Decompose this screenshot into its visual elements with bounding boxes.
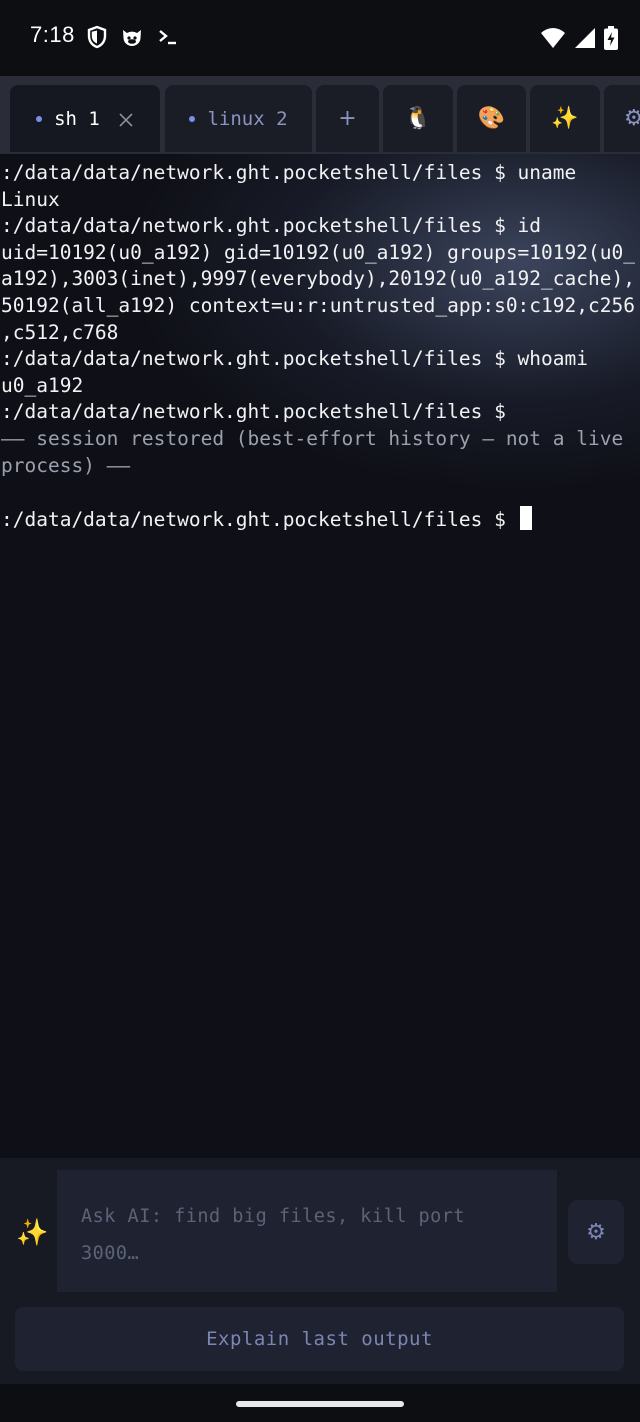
terminal-line-text: :/data/data/network.ght.pocketshell/file… (1, 214, 542, 238)
terminal-line: :/data/data/network.ght.pocketshell/file… (1, 160, 635, 187)
terminal-line-text: u0_a192 (1, 373, 84, 397)
close-icon[interactable] (118, 111, 134, 127)
ai-settings-button[interactable]: ⚙ (568, 1200, 624, 1264)
tab-bar: sh 1 linux 2 + 🐧 🎨 ✨ ⚙ (0, 76, 640, 154)
terminal-prompt-icon (156, 25, 180, 53)
terminal-line-text: uid=10192(u0_a192) gid=10192(u0_a192) gr… (1, 240, 635, 264)
terminal-line: Linux (1, 187, 635, 214)
terminal-line-text: :/data/data/network.ght.pocketshell/file… (1, 347, 588, 371)
linux-distro-button[interactable]: 🐧 (383, 85, 453, 152)
status-time: 7:18 (30, 22, 75, 47)
new-tab-button[interactable]: + (316, 85, 379, 152)
tab-linux-2[interactable]: linux 2 (165, 85, 312, 152)
cat-face-icon (120, 25, 144, 53)
sparkles-icon: ✨ (551, 106, 579, 131)
palette-icon: 🎨 (477, 106, 506, 131)
terminal-line-text: Linux (1, 187, 60, 211)
terminal-line: ,c512,c768 (1, 320, 635, 347)
tab-label: linux 2 (207, 107, 288, 130)
cellular-signal-icon (574, 27, 596, 53)
ai-tab-button[interactable]: ✨ (530, 85, 600, 152)
terminal-line-text: 50192(all_a192) context=u:r:untrusted_ap… (1, 293, 635, 317)
terminal-output: :/data/data/network.ght.pocketshell/file… (1, 160, 635, 533)
ai-sparkle-icon: ✨ (16, 1218, 49, 1248)
terminal-line-text: process) —— (1, 453, 131, 477)
terminal-line: —— session restored (best-effort history… (1, 426, 635, 453)
screen: 7:18 sh 1 linux 2 + 🐧 🎨 ✨ ⚙:/data/data/… (0, 0, 640, 1422)
gear-icon: ⚙ (586, 1219, 606, 1245)
terminal-cursor (519, 505, 532, 530)
status-icons-right (540, 26, 618, 54)
terminal-line: uid=10192(u0_a192) gid=10192(u0_a192) gr… (1, 240, 635, 267)
navigation-bar (0, 1384, 640, 1422)
ai-prompt-input[interactable]: Ask AI: find big files, kill port 3000… (57, 1170, 557, 1292)
terminal-line-text: :/data/data/network.ght.pocketshell/file… (1, 507, 506, 531)
terminal-line: process) —— (1, 453, 635, 480)
tab-dot (189, 115, 196, 122)
terminal-view[interactable]: :/data/data/network.ght.pocketshell/file… (0, 154, 640, 1158)
status-icons-left (86, 25, 180, 53)
settings-tab-button[interactable]: ⚙ (604, 85, 640, 152)
explain-last-output-button[interactable]: Explain last output (15, 1307, 624, 1371)
terminal-line-text: :/data/data/network.ght.pocketshell/file… (1, 400, 506, 424)
theme-button[interactable]: 🎨 (457, 85, 526, 152)
penguin-icon: 🐧 (404, 106, 432, 131)
home-indicator[interactable] (236, 1401, 404, 1407)
terminal-line: u0_a192 (1, 373, 635, 400)
terminal-line-text: —— session restored (best-effort history… (1, 426, 624, 450)
terminal-line: :/data/data/network.ght.pocketshell/file… (1, 213, 635, 240)
tab-label: sh 1 (54, 107, 100, 130)
terminal-line: :/data/data/network.ght.pocketshell/file… (1, 505, 635, 534)
battery-charging-icon (604, 26, 618, 54)
terminal-line: a192),3003(inet),9997(everybody),20192(u… (1, 266, 635, 293)
wifi-icon (540, 27, 566, 53)
terminal-line: :/data/data/network.ght.pocketshell/file… (1, 346, 635, 373)
tab-active-dot (36, 115, 43, 122)
shield-icon (86, 25, 108, 53)
status-bar: 7:18 (0, 0, 640, 76)
terminal-line-text: :/data/data/network.ght.pocketshell/file… (1, 161, 577, 184)
terminal-line-text: ,c512,c768 (1, 320, 119, 344)
terminal-line: :/data/data/network.ght.pocketshell/file… (1, 399, 635, 426)
plus-icon: + (338, 106, 357, 131)
terminal-line: 50192(all_a192) context=u:r:untrusted_ap… (1, 293, 635, 320)
gear-icon: ⚙ (624, 106, 640, 131)
terminal-line-text: a192),3003(inet),9997(everybody),20192(u… (1, 267, 635, 291)
tab-sh-1[interactable]: sh 1 (10, 85, 160, 152)
